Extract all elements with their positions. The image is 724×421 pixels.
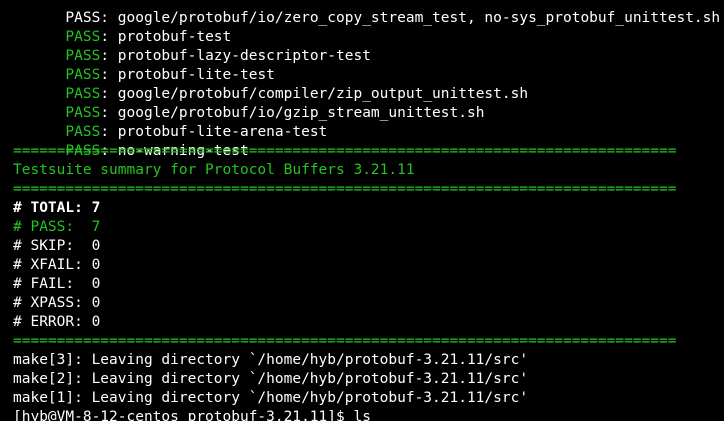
summary-error: # ERROR: 0 — [13, 314, 101, 330]
test-name: : protobuf-test — [100, 29, 232, 45]
testsuite-summary-title: Testsuite summary for Protocol Buffers 3… — [13, 162, 415, 178]
pass-label: PASS — [65, 48, 101, 64]
test-name: : protobuf-lite-test — [100, 67, 275, 83]
make-leaving-line: make[3]: Leaving directory `/home/hyb/pr… — [13, 352, 529, 368]
pass-label: PASS — [65, 105, 101, 121]
summary-xpass: # XPASS: 0 — [13, 295, 101, 311]
pass-label: PASS — [65, 124, 101, 140]
separator-line: ========================================… — [13, 181, 677, 197]
summary-total: # TOTAL: 7 — [13, 200, 101, 216]
test-name: : protobuf-lite-arena-test — [100, 124, 328, 140]
separator-line: ========================================… — [13, 143, 677, 159]
summary-xfail: # XFAIL: 0 — [13, 257, 101, 273]
test-name: : google/protobuf/compiler/zip_output_un… — [100, 86, 529, 102]
test-name: : google/protobuf/io/gzip_stream_unittes… — [100, 105, 485, 121]
terminal-window[interactable]: PASS: google/protobuf/io/zero_copy_strea… — [0, 0, 724, 421]
terminal-line-cut: PASS: google/protobuf/io/zero_copy_strea… — [13, 0, 724, 26]
separator-line: ========================================… — [13, 333, 677, 349]
make-leaving-line: make[1]: Leaving directory `/home/hyb/pr… — [13, 390, 529, 406]
summary-fail: # FAIL: 0 — [13, 276, 101, 292]
test-name: : protobuf-lazy-descriptor-test — [100, 48, 371, 64]
pass-label: PASS — [65, 67, 101, 83]
make-leaving-line: make[2]: Leaving directory `/home/hyb/pr… — [13, 371, 529, 387]
pass-label: PASS — [65, 29, 101, 45]
shell-prompt-line[interactable]: [hyb@VM-8-12-centos protobuf-3.21.11]$ l… — [13, 408, 724, 421]
summary-skip: # SKIP: 0 — [13, 238, 101, 254]
summary-pass: # PASS: 7 — [13, 219, 101, 235]
line-text: PASS: google/protobuf/io/zero_copy_strea… — [65, 10, 721, 26]
pass-label: PASS — [65, 86, 101, 102]
terminal-output: PASS: google/protobuf/io/zero_copy_strea… — [13, 0, 724, 421]
